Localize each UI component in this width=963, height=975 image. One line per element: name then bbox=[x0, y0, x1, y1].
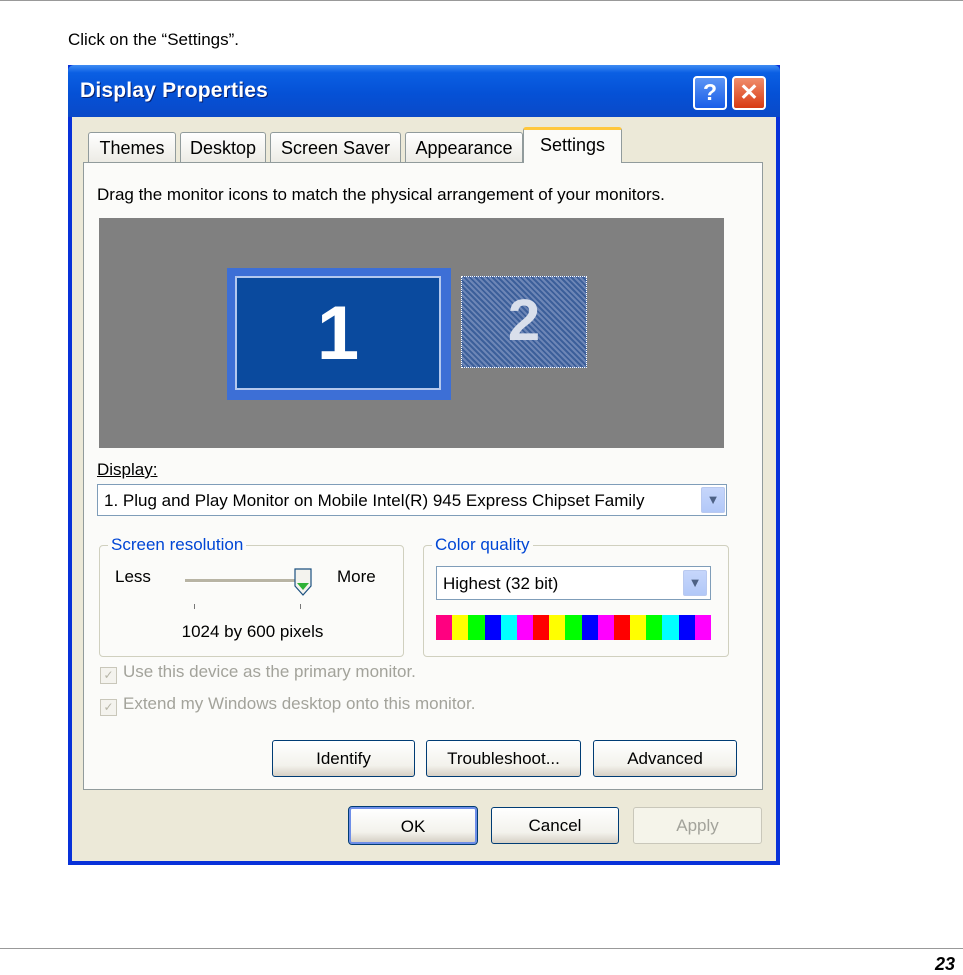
close-icon: ✕ bbox=[739, 79, 759, 105]
color-segment bbox=[630, 615, 647, 640]
color-segment bbox=[597, 615, 614, 640]
extend-desktop-checkbox[interactable]: ✓ bbox=[100, 699, 117, 716]
color-segment bbox=[468, 615, 485, 640]
color-segment bbox=[484, 615, 501, 640]
color-dropdown-button[interactable]: ▼ bbox=[683, 570, 707, 596]
color-segment bbox=[613, 615, 631, 640]
color-segment bbox=[452, 615, 469, 640]
color-segment bbox=[500, 615, 517, 640]
page-number: 23 bbox=[934, 954, 955, 974]
primary-monitor-checkbox[interactable]: ✓ bbox=[100, 667, 117, 684]
chevron-down-icon: ▼ bbox=[688, 575, 702, 590]
troubleshoot-button[interactable]: Troubleshoot... bbox=[426, 740, 581, 777]
extend-desktop-checkbox-row[interactable]: ✓ Extend my Windows desktop onto this mon… bbox=[100, 694, 475, 716]
color-sample-bar bbox=[436, 615, 711, 640]
display-value: 1. Plug and Play Monitor on Mobile Intel… bbox=[104, 491, 645, 510]
color-segment bbox=[533, 615, 550, 640]
color-segment bbox=[646, 615, 663, 640]
advanced-button[interactable]: Advanced bbox=[593, 740, 737, 777]
tab-themes[interactable]: Themes bbox=[88, 132, 176, 162]
display-dropdown-button[interactable]: ▼ bbox=[701, 487, 725, 513]
color-segment bbox=[581, 615, 598, 640]
cancel-button[interactable]: Cancel bbox=[491, 807, 619, 844]
dialog-body: Themes Desktop Screen Saver Appearance S… bbox=[72, 117, 776, 861]
tab-screen-saver[interactable]: Screen Saver bbox=[270, 132, 401, 162]
resolution-slider-thumb[interactable] bbox=[294, 568, 312, 596]
color-quality-group: Color quality Highest (32 bit) ▼ bbox=[423, 535, 729, 657]
help-button[interactable]: ? bbox=[693, 76, 727, 110]
display-label-text: Display: bbox=[97, 460, 158, 479]
screen-resolution-title: Screen resolution bbox=[108, 535, 247, 555]
resolution-value: 1024 by 600 pixels bbox=[181, 622, 324, 641]
question-mark-icon: ? bbox=[702, 79, 718, 105]
primary-monitor-checkbox-row[interactable]: ✓ Use this device as the primary monitor. bbox=[100, 662, 416, 684]
screen-resolution-group: Screen resolution Less More 1024 by 600 … bbox=[99, 535, 404, 657]
identify-button[interactable]: Identify bbox=[272, 740, 415, 777]
monitor-2-icon[interactable]: 2 bbox=[461, 276, 587, 368]
slider-tick-max bbox=[300, 604, 301, 609]
tab-appearance[interactable]: Appearance bbox=[405, 132, 523, 162]
display-select[interactable]: 1. Plug and Play Monitor on Mobile Intel… bbox=[97, 484, 727, 516]
tab-settings[interactable]: Settings bbox=[523, 127, 622, 163]
tab-desktop[interactable]: Desktop bbox=[180, 132, 266, 162]
close-button[interactable]: ✕ bbox=[732, 76, 766, 110]
apply-button[interactable]: Apply bbox=[633, 807, 762, 844]
monitor-1-screen: 1 bbox=[235, 276, 441, 390]
extend-desktop-label: Extend my Windows desktop onto this moni… bbox=[123, 694, 476, 713]
chevron-down-icon: ▼ bbox=[706, 492, 720, 507]
color-segment bbox=[678, 615, 695, 640]
color-segment bbox=[549, 615, 566, 640]
resolution-less-label: Less bbox=[115, 567, 151, 586]
ok-button[interactable]: OK bbox=[348, 806, 478, 845]
display-label: Display: bbox=[97, 460, 157, 480]
slider-tick-min bbox=[194, 604, 195, 609]
color-quality-select[interactable]: Highest (32 bit) ▼ bbox=[436, 566, 711, 600]
window-title: Display Properties bbox=[80, 79, 269, 102]
instruction-text: Click on the “Settings”. bbox=[68, 30, 240, 49]
monitor-2-number: 2 bbox=[507, 288, 541, 353]
resolution-more-label: More bbox=[337, 567, 376, 586]
monitor-1-number: 1 bbox=[316, 291, 360, 376]
primary-monitor-label: Use this device as the primary monitor. bbox=[123, 662, 416, 681]
color-segment bbox=[662, 615, 679, 640]
top-rule bbox=[0, 0, 963, 1]
resolution-slider-track[interactable] bbox=[185, 579, 303, 583]
color-segment bbox=[436, 615, 453, 640]
color-quality-title: Color quality bbox=[432, 535, 533, 555]
bottom-rule bbox=[0, 948, 963, 949]
color-quality-value: Highest (32 bit) bbox=[443, 574, 559, 593]
color-segment bbox=[565, 615, 582, 640]
title-bar[interactable]: Display Properties ? ✕ bbox=[68, 65, 780, 117]
color-segment bbox=[516, 615, 534, 640]
drag-instructions: Drag the monitor icons to match the phys… bbox=[97, 185, 665, 204]
monitor-1-icon[interactable]: 1 bbox=[227, 268, 451, 400]
color-segment bbox=[694, 615, 711, 640]
display-properties-window: Display Properties ? ✕ Themes Desktop Sc… bbox=[68, 65, 780, 865]
monitor-arrangement-area[interactable]: 1 2 bbox=[99, 218, 724, 448]
